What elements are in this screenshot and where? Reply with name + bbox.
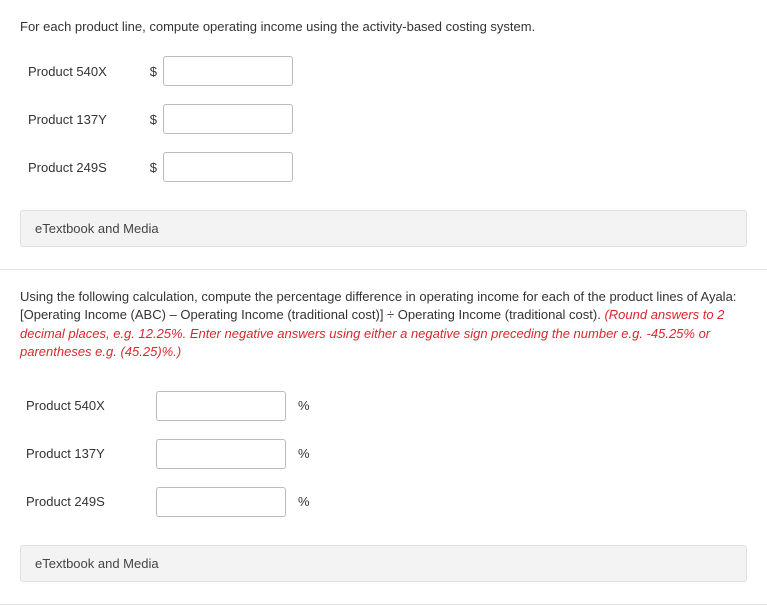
instruction-text-line2: [Operating Income (ABC) – Operating Inco… (20, 307, 604, 322)
label-product-137y: Product 137Y (28, 112, 143, 127)
etextbook-media-button[interactable]: eTextbook and Media (20, 545, 747, 582)
label-product-249s: Product 249S (28, 160, 143, 175)
label-pct-249s: Product 249S (26, 494, 156, 509)
input-row-pct-137y: Product 137Y % (20, 439, 747, 469)
currency-prefix: $ (143, 64, 163, 79)
input-product-540x-income[interactable] (163, 56, 293, 86)
instruction-block: Using the following calculation, compute… (20, 288, 747, 361)
etextbook-media-button[interactable]: eTextbook and Media (20, 210, 747, 247)
section-percentage-difference: Using the following calculation, compute… (0, 270, 767, 605)
instruction-text: For each product line, compute operating… (20, 18, 747, 36)
percent-suffix: % (286, 446, 310, 461)
input-product-540x-pct[interactable] (156, 391, 286, 421)
currency-prefix: $ (143, 112, 163, 127)
percent-suffix: % (286, 398, 310, 413)
instruction-text-line1: Using the following calculation, compute… (20, 289, 736, 304)
section-operating-income: For each product line, compute operating… (0, 0, 767, 270)
input-product-137y-income[interactable] (163, 104, 293, 134)
input-product-249s-pct[interactable] (156, 487, 286, 517)
input-product-249s-income[interactable] (163, 152, 293, 182)
label-pct-540x: Product 540X (26, 398, 156, 413)
currency-prefix: $ (143, 160, 163, 175)
input-row-pct-540x: Product 540X % (20, 391, 747, 421)
input-row-product-249s: Product 249S $ (20, 152, 747, 182)
label-pct-137y: Product 137Y (26, 446, 156, 461)
percent-suffix: % (286, 494, 310, 509)
input-row-product-137y: Product 137Y $ (20, 104, 747, 134)
input-row-pct-249s: Product 249S % (20, 487, 747, 517)
label-product-540x: Product 540X (28, 64, 143, 79)
input-row-product-540x: Product 540X $ (20, 56, 747, 86)
input-product-137y-pct[interactable] (156, 439, 286, 469)
